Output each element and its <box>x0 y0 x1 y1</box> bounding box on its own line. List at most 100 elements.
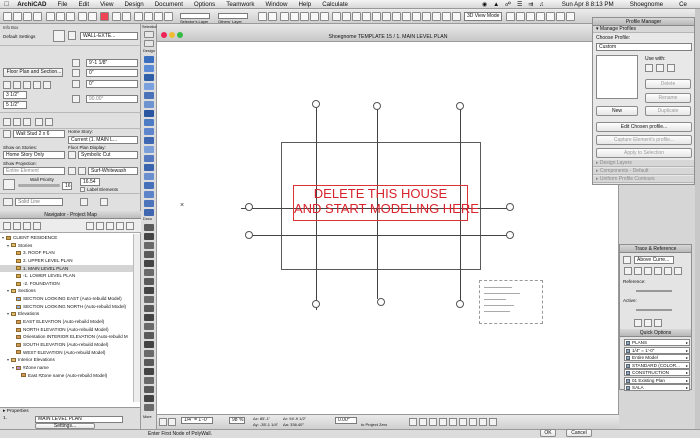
measure-icon[interactable] <box>432 12 441 21</box>
design-tool-icon[interactable] <box>144 146 154 153</box>
tree-item[interactable]: 2. UPPER LEVEL PLAN <box>0 257 134 265</box>
tree-item[interactable]: WEST ELEVATION (Auto-rebuild Model) <box>0 349 134 357</box>
line-weight-icon[interactable] <box>100 198 108 206</box>
document-tool-icon[interactable] <box>144 377 154 384</box>
design-tool-icon[interactable] <box>144 119 154 126</box>
3d-window-icon[interactable] <box>122 12 131 21</box>
worksheet-icon[interactable] <box>392 12 401 21</box>
beam-use-icon[interactable] <box>656 64 664 72</box>
surface-left-icon[interactable] <box>68 167 76 175</box>
user-name[interactable]: Shoegnome <box>630 1 663 8</box>
angle-field[interactable]: 90.00° <box>86 95 138 103</box>
reference-line-left-icon[interactable] <box>3 118 11 126</box>
delete-house-message[interactable]: DELETE THIS HOUSE AND START MODELING HER… <box>293 185 479 221</box>
document-tool-icon[interactable] <box>144 278 154 285</box>
orbit-icon[interactable] <box>332 12 341 21</box>
document-tool-icon[interactable] <box>144 395 154 402</box>
slant-icon[interactable] <box>45 118 53 126</box>
intersection-icon[interactable] <box>449 418 457 426</box>
walk-icon[interactable] <box>526 12 535 21</box>
trace-pen-icon[interactable] <box>654 319 662 327</box>
design-tool-icon[interactable] <box>144 200 154 207</box>
perpendicular-icon[interactable] <box>429 418 437 426</box>
offset-icon[interactable] <box>489 418 497 426</box>
guide-icon[interactable] <box>154 12 163 21</box>
document-tool-icon[interactable] <box>144 233 154 240</box>
thickness-a-field[interactable]: 3 1/2" <box>3 91 27 99</box>
explore-icon[interactable] <box>546 12 555 21</box>
floor-plan-section-button[interactable]: Floor Plan and Section... <box>3 68 63 77</box>
wall-use-icon[interactable] <box>645 64 653 72</box>
design-layers-section[interactable]: ▸ Design Layers <box>593 160 694 167</box>
tree-item[interactable]: ▾ Interior Elevations <box>0 356 134 364</box>
cut-icon[interactable] <box>46 12 55 21</box>
quick-option-select[interactable]: PLANS ▸ <box>624 339 690 346</box>
elevation-marker-left[interactable] <box>245 203 253 211</box>
quick-option-select[interactable]: STANDARD (COLOR... ▸ <box>624 361 690 369</box>
rename-profile-button[interactable]: Rename <box>645 93 691 103</box>
nav-back-icon[interactable] <box>159 418 167 426</box>
trace-reset-icon[interactable] <box>654 267 662 275</box>
tree-item[interactable]: 3. ROOF PLAN <box>0 249 134 257</box>
zoom-in-icon[interactable] <box>290 12 299 21</box>
open-icon[interactable] <box>13 12 22 21</box>
parallel-icon[interactable] <box>439 418 447 426</box>
section-marker-top[interactable] <box>373 102 381 110</box>
delete-profile-button[interactable]: Delete <box>645 79 691 89</box>
uniform-contours-section[interactable]: ▸ Uniform Profile Contours <box>593 176 694 183</box>
surface-select[interactable]: Surf-Whitewash <box>88 167 138 175</box>
publish-icon[interactable] <box>412 12 421 21</box>
quick-option-select[interactable]: 01 Existing Plan ▸ <box>624 376 690 384</box>
others-layer-select[interactable] <box>218 13 248 19</box>
document-tool-icon[interactable] <box>144 224 154 231</box>
show-projection-select[interactable]: Entire Element <box>3 167 65 175</box>
design-tool-icon[interactable] <box>144 92 154 99</box>
tree-item[interactable]: ▾ Stories <box>0 242 134 250</box>
trace-mirror-icon[interactable] <box>644 267 652 275</box>
document-tool-icon[interactable] <box>144 350 154 357</box>
document-tool-icon[interactable] <box>144 296 154 303</box>
grid-marker-top-left[interactable] <box>312 100 320 108</box>
trace-color-icon[interactable] <box>634 319 642 327</box>
organizer-icon[interactable] <box>86 222 94 230</box>
properties-story-field[interactable]: MAIN LEVEL PLAN <box>35 416 123 423</box>
pan-icon[interactable] <box>320 12 329 21</box>
grid-marker-bottom-right[interactable] <box>456 300 464 308</box>
menu-calculate[interactable]: Calculate <box>322 1 348 8</box>
wall-priority-slider[interactable] <box>18 184 60 187</box>
document-tool-icon[interactable] <box>144 386 154 393</box>
show-on-stories-select[interactable]: Home Story Only <box>3 151 65 159</box>
menu-view[interactable]: View <box>100 1 113 8</box>
render-icon[interactable] <box>342 12 351 21</box>
relative-icon[interactable] <box>459 418 467 426</box>
tree-item[interactable]: ▾ Elevations <box>0 310 134 318</box>
priority-value-field[interactable]: 16.54 <box>80 178 100 186</box>
grid-marker-bottom-left[interactable] <box>312 300 320 308</box>
label-elements-checkbox[interactable] <box>80 187 85 192</box>
design-tool-icon[interactable] <box>144 65 154 72</box>
new-folder-icon[interactable] <box>96 222 104 230</box>
quick-option-select[interactable]: 1/4" = 1'-0" ▸ <box>624 346 690 354</box>
quick-option-select[interactable]: SALA ▸ <box>624 384 690 391</box>
menu-file[interactable]: File <box>57 1 67 8</box>
grid-marker-top-right[interactable] <box>456 102 464 110</box>
reference-line-center-icon[interactable] <box>13 118 21 126</box>
arrow-tool-icon[interactable] <box>144 31 154 38</box>
edit-chosen-profile-button[interactable]: Edit Chosen profile... <box>596 122 692 132</box>
trace-compare-icon[interactable] <box>674 267 682 275</box>
apple-menu[interactable]:  <box>4 1 9 8</box>
stop-icon[interactable] <box>100 12 109 21</box>
new-profile-button[interactable]: New <box>596 106 638 116</box>
tree-item[interactable]: SECTION LOOKING NORTH (Auto-rebuild Mode… <box>0 303 134 311</box>
flip-icon[interactable] <box>35 118 43 126</box>
geometry-method-icon[interactable] <box>3 81 11 89</box>
capture-profile-button[interactable]: Capture Element's profile... <box>596 135 692 145</box>
choose-profile-select[interactable]: Custom <box>596 43 692 51</box>
apply-to-selection-button[interactable]: Apply to Selection <box>596 148 692 158</box>
grid-marker-left[interactable] <box>245 231 253 239</box>
wall-height-field[interactable]: 9'-1 1/8" <box>86 59 138 67</box>
design-tool-icon[interactable] <box>144 128 154 135</box>
menu-options[interactable]: Options <box>194 1 215 8</box>
design-tool-icon[interactable] <box>144 83 154 90</box>
nav-forward-icon[interactable] <box>168 418 176 426</box>
